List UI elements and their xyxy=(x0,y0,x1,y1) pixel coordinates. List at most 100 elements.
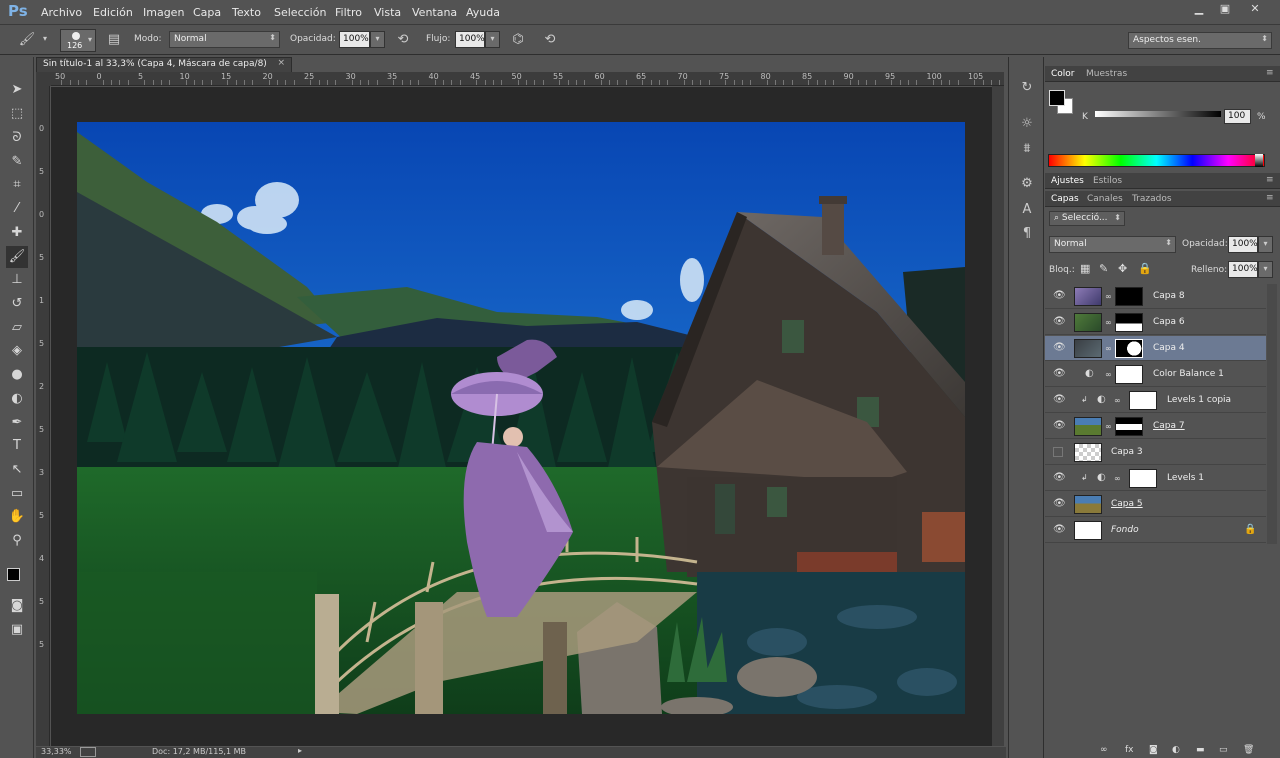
actions-panel-icon[interactable]: ☼ xyxy=(1018,115,1036,133)
foreground-color-swatch[interactable] xyxy=(7,568,20,581)
link-chain-icon[interactable]: ∞ xyxy=(1105,422,1112,431)
eyedropper-tool-icon[interactable]: ⁄ xyxy=(6,198,28,220)
menu-ayuda[interactable]: Ayuda xyxy=(466,6,500,19)
link-chain-icon[interactable]: ∞ xyxy=(1105,370,1112,379)
layer-mask-thumbnail[interactable] xyxy=(1115,287,1143,306)
new-layer-icon[interactable]: ▭ xyxy=(1219,745,1228,755)
brush-preset-picker[interactable]: 126 ▾ xyxy=(60,29,96,52)
minimize-button[interactable]: ▁ xyxy=(1186,2,1212,16)
lock-transparency-icon[interactable]: ▦ xyxy=(1080,262,1090,275)
layer-mask-thumbnail[interactable] xyxy=(1115,339,1143,358)
blend-mode-select[interactable]: Normal ⬍ xyxy=(1049,236,1176,253)
layer-mask-thumbnail[interactable] xyxy=(1129,391,1157,410)
opacity-input[interactable]: 100% xyxy=(339,31,370,48)
vertical-scrollbar[interactable] xyxy=(992,86,1004,746)
layer-mask-thumbnail[interactable] xyxy=(1115,365,1143,384)
healing-brush-tool-icon[interactable]: ✚ xyxy=(6,222,28,244)
layer-row[interactable]: 👁 Capa 5 xyxy=(1045,492,1266,517)
tab-canales[interactable]: Canales xyxy=(1087,194,1123,204)
paragraph-styles-panel-icon[interactable]: ⚙ xyxy=(1018,175,1036,193)
layer-row[interactable]: 👁 ◐ ∞ Color Balance 1 xyxy=(1045,362,1266,387)
new-adjustment-icon[interactable]: ◐ xyxy=(1172,745,1180,755)
marquee-tool-icon[interactable]: ⬚ xyxy=(6,103,28,125)
visibility-eye-icon[interactable]: 👁 xyxy=(1053,291,1066,301)
restore-button[interactable]: ▣ xyxy=(1212,2,1238,16)
color-spectrum[interactable] xyxy=(1048,154,1265,167)
close-tab-icon[interactable]: × xyxy=(277,58,285,68)
quick-mask-icon[interactable]: ◙ xyxy=(6,595,28,617)
link-chain-icon[interactable]: ∞ xyxy=(1105,318,1112,327)
menu-texto[interactable]: Texto xyxy=(232,6,261,19)
visibility-toggle-off[interactable] xyxy=(1053,447,1063,457)
new-group-icon[interactable]: ▬ xyxy=(1196,745,1205,755)
link-chain-icon[interactable]: ∞ xyxy=(1105,292,1112,301)
lock-position-icon[interactable]: ✥ xyxy=(1118,262,1127,275)
menu-ventana[interactable]: Ventana xyxy=(412,6,457,19)
layer-row[interactable]: Capa 3 xyxy=(1045,440,1266,465)
layer-style-icon[interactable]: fx xyxy=(1125,745,1134,755)
visibility-eye-icon[interactable]: 👁 xyxy=(1053,369,1066,379)
tab-capas[interactable]: Capas xyxy=(1051,194,1079,204)
layer-row[interactable]: 👁 ∞ Capa 7 xyxy=(1045,414,1266,439)
color-foreground-swatch[interactable] xyxy=(1049,90,1065,106)
layer-mask-thumbnail[interactable] xyxy=(1115,313,1143,332)
crop-tool-icon[interactable]: ⌗ xyxy=(6,174,28,196)
layer-row[interactable]: 👁 ∞ Capa 8 xyxy=(1045,284,1266,309)
tab-trazados[interactable]: Trazados xyxy=(1132,194,1172,204)
visibility-eye-icon[interactable]: 👁 xyxy=(1053,317,1066,327)
screen-mode-icon[interactable]: ▣ xyxy=(6,619,28,641)
tab-color[interactable]: Color xyxy=(1051,69,1075,79)
layer-mask-thumbnail[interactable] xyxy=(1115,417,1143,436)
clone-stamp-tool-icon[interactable]: ⊥ xyxy=(6,269,28,291)
lock-all-icon[interactable]: 🔒 xyxy=(1138,262,1152,275)
panel-menu-icon[interactable]: ≡ xyxy=(1266,193,1274,203)
blur-tool-icon[interactable]: ● xyxy=(6,364,28,386)
layer-opacity-slider-button[interactable]: ▾ xyxy=(1258,236,1273,253)
spectrum-bw-swatch[interactable] xyxy=(1255,154,1263,167)
tab-ajustes[interactable]: Ajustes xyxy=(1051,176,1084,186)
layers-scrollbar[interactable] xyxy=(1267,284,1277,544)
fill-input[interactable]: 100% xyxy=(1228,261,1258,278)
workspace-select[interactable]: Aspectos esen. ⬍ xyxy=(1128,32,1272,49)
brush-tool-icon[interactable]: 🖌 xyxy=(6,246,28,268)
layer-mask-thumbnail[interactable] xyxy=(1129,469,1157,488)
brush-panel-toggle-icon[interactable]: ▤ xyxy=(105,31,123,49)
character-panel-icon[interactable]: A xyxy=(1018,201,1036,219)
pressure-size-icon[interactable]: ⟲ xyxy=(541,31,559,49)
menu-vista[interactable]: Vista xyxy=(374,6,401,19)
menu-imagen[interactable]: Imagen xyxy=(143,6,184,19)
menu-seleccion[interactable]: Selección xyxy=(274,6,326,19)
layer-row[interactable]: 👁 ∞ Capa 4 xyxy=(1045,336,1266,361)
menu-archivo[interactable]: Archivo xyxy=(41,6,82,19)
hand-tool-icon[interactable]: ✋ xyxy=(6,506,28,528)
opacity-slider-button[interactable]: ▾ xyxy=(370,31,385,48)
layer-row[interactable]: 👁 Fondo 🔒 xyxy=(1045,518,1266,543)
add-mask-icon[interactable]: ◙ xyxy=(1149,745,1158,755)
visibility-eye-icon[interactable]: 👁 xyxy=(1053,499,1066,509)
layer-opacity-input[interactable]: 100% xyxy=(1228,236,1258,253)
tool-preset-chevron-icon[interactable]: ▾ xyxy=(43,34,47,43)
move-tool-icon[interactable]: ➤ xyxy=(6,79,28,101)
k-slider[interactable] xyxy=(1095,111,1221,117)
link-chain-icon[interactable]: ∞ xyxy=(1114,474,1121,483)
visibility-eye-icon[interactable]: 👁 xyxy=(1053,473,1066,483)
link-layers-icon[interactable]: ∞ xyxy=(1100,745,1108,755)
flow-slider-button[interactable]: ▾ xyxy=(485,31,500,48)
layer-row[interactable]: 👁 ↲ ◐ ∞ Levels 1 xyxy=(1045,466,1266,491)
flow-input[interactable]: 100% xyxy=(455,31,485,48)
eraser-tool-icon[interactable]: ▱ xyxy=(6,317,28,339)
pressure-opacity-icon[interactable]: ⟲ xyxy=(394,31,412,49)
fill-slider-button[interactable]: ▾ xyxy=(1258,261,1273,278)
menu-filtro[interactable]: Filtro xyxy=(335,6,362,19)
brush-presets-panel-icon[interactable]: ⩩ xyxy=(1018,140,1036,158)
menu-edicion[interactable]: Edición xyxy=(93,6,133,19)
menu-capa[interactable]: Capa xyxy=(193,6,221,19)
document-canvas[interactable] xyxy=(77,122,965,714)
paragraph-panel-icon[interactable]: ¶ xyxy=(1018,225,1036,243)
close-window-button[interactable]: ✕ xyxy=(1242,2,1268,16)
path-selection-tool-icon[interactable]: ↖ xyxy=(6,459,28,481)
pen-tool-icon[interactable]: ✒ xyxy=(6,412,28,434)
visibility-eye-icon[interactable]: 👁 xyxy=(1053,421,1066,431)
tab-estilos[interactable]: Estilos xyxy=(1093,176,1122,186)
lasso-tool-icon[interactable]: ᘐ xyxy=(6,127,28,149)
